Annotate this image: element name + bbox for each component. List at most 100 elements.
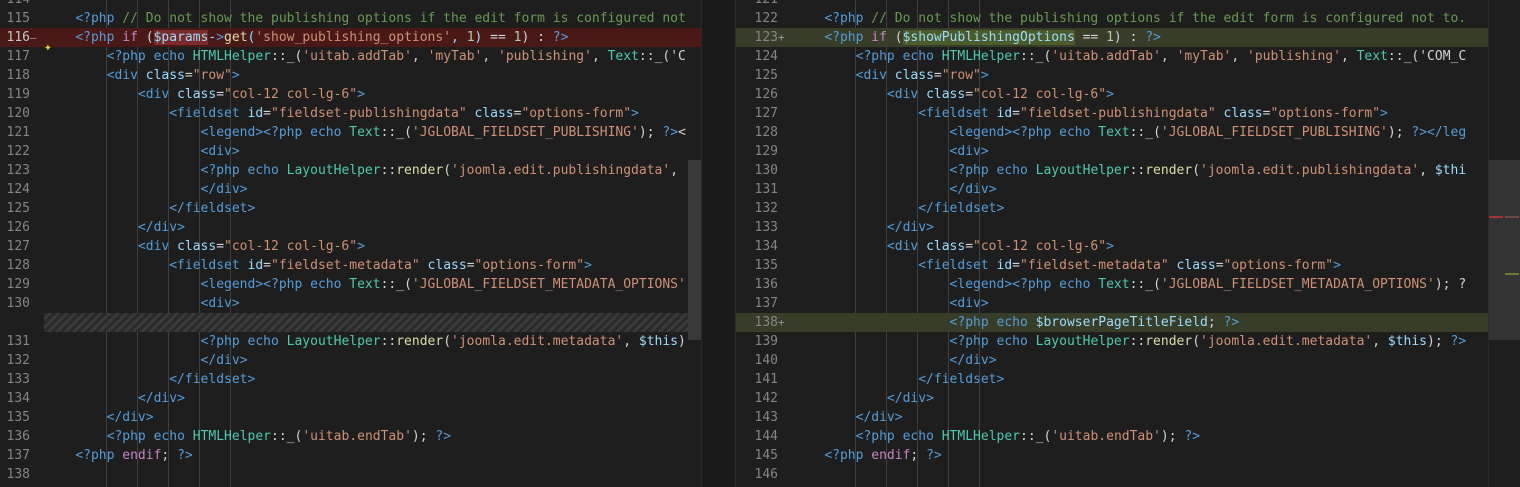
code-line[interactable]: 137 <?php endif; ?> [0, 446, 701, 465]
code-text: </div> [886, 391, 934, 406]
code-line[interactable]: 115 <?php // Do not show the publishing … [0, 9, 701, 28]
code-line[interactable]: 135 </div> [0, 408, 701, 427]
code-line[interactable]: 127 <div class="col-12 col-lg-6"> [0, 237, 701, 256]
code-line[interactable]: 141 </fieldset> [736, 370, 1488, 389]
code-line[interactable]: 138 [0, 465, 701, 484]
code-line[interactable]: 116— <?php if ($params->get('show_publis… [0, 28, 701, 47]
code-line[interactable]: 145 <?php endif; ?> [736, 446, 1488, 465]
line-number: 132 [6, 353, 30, 368]
code-line[interactable]: 128 <fieldset id="fieldset-metadata" cla… [0, 256, 701, 275]
code-line[interactable]: 119 <div class="col-12 col-lg-6"> [0, 85, 701, 104]
line-number: 127 [754, 106, 778, 121]
code-line[interactable]: 131 <?php echo LayoutHelper::render('joo… [0, 332, 701, 351]
code-line[interactable]: 124 </div> [0, 180, 701, 199]
code-text: </fieldset> [918, 372, 1005, 387]
code-line[interactable]: 136 <?php echo HTMLHelper::_('uitab.endT… [0, 427, 701, 446]
code-line[interactable]: 114 [0, 0, 701, 9]
code-line[interactable]: 124 <?php echo HTMLHelper::_('uitab.addT… [736, 47, 1488, 66]
code-line[interactable]: 146 [736, 465, 1488, 484]
code-line[interactable]: 122 <div> [0, 142, 701, 161]
overview-deletion-marker [1489, 216, 1503, 218]
code-line[interactable]: 140 </div> [736, 351, 1488, 370]
code-line[interactable]: 125 <div class="row"> [736, 66, 1488, 85]
line-number: 146 [754, 467, 778, 482]
line-number: 136 [6, 429, 30, 444]
code-text: <?php echo HTMLHelper::_('uitab.addTab',… [106, 49, 686, 64]
left-scrollbar-thumb[interactable] [688, 160, 701, 340]
code-text: <div class="row"> [106, 68, 240, 83]
code-text: <legend><?php echo Text::_('JGLOBAL_FIEL… [200, 125, 686, 140]
code-line[interactable]: 143 </div> [736, 408, 1488, 427]
code-line[interactable]: 127 <fieldset id="fieldset-publishingdat… [736, 104, 1488, 123]
right-scrollbar-thumb[interactable] [1489, 160, 1520, 340]
line-number: 137 [754, 296, 778, 311]
code-line[interactable]: 118 <div class="row"> [0, 66, 701, 85]
line-number: 134 [6, 391, 30, 406]
line-number: 128 [6, 258, 30, 273]
line-number: 130 [754, 163, 778, 178]
code-line[interactable]: 130 <?php echo LayoutHelper::render('joo… [736, 161, 1488, 180]
diff-right-pane[interactable]: 121122 <?php // Do not show the publishi… [736, 0, 1488, 487]
code-line[interactable]: 131 </div> [736, 180, 1488, 199]
addition-marker: + [778, 316, 785, 329]
overview-ruler[interactable] [1488, 0, 1520, 487]
code-line[interactable]: 132 </div> [0, 351, 701, 370]
code-line[interactable]: 130 <div> [0, 294, 701, 313]
code-line[interactable]: 133 </div> [736, 218, 1488, 237]
line-number: 126 [6, 220, 30, 235]
code-line[interactable]: 142 </div> [736, 389, 1488, 408]
line-number: 140 [754, 353, 778, 368]
code-line[interactable]: 123 + <?php if ($showPublishingOptions ==… [736, 28, 1488, 47]
line-number: 127 [6, 239, 30, 254]
code-text: <legend><?php echo Text::_('JGLOBAL_FIEL… [200, 277, 686, 292]
code-line[interactable]: 121 [736, 0, 1488, 9]
code-line[interactable]: 133 </fieldset> [0, 370, 701, 389]
line-number: 142 [754, 391, 778, 406]
code-line[interactable]: 144 <?php echo HTMLHelper::_('uitab.endT… [736, 427, 1488, 446]
overview-addition-marker [1505, 273, 1519, 275]
code-line[interactable]: 139 <?php echo LayoutHelper::render('joo… [736, 332, 1488, 351]
code-line[interactable]: 126 </div> [0, 218, 701, 237]
line-number: 117 [6, 49, 30, 64]
line-number: 123 [754, 30, 778, 45]
line-number: 141 [754, 372, 778, 387]
lightbulb-icon[interactable]: ✦ [44, 40, 52, 55]
code-line[interactable]: 117 <?php echo HTMLHelper::_('uitab.addT… [0, 47, 701, 66]
code-line[interactable]: 122 <?php // Do not show the publishing … [736, 9, 1488, 28]
line-number: 129 [754, 144, 778, 159]
code-line[interactable]: 132 </fieldset> [736, 199, 1488, 218]
code-text: </div> [855, 410, 903, 425]
code-text: </fieldset> [169, 372, 256, 387]
code-text: <?php endif; ?> [824, 448, 942, 463]
code-line[interactable]: 120 <fieldset id="fieldset-publishingdat… [0, 104, 701, 123]
code-line[interactable]: 126 <div class="col-12 col-lg-6"> [736, 85, 1488, 104]
code-text: <fieldset id="fieldset-metadata" class="… [169, 258, 592, 273]
code-line[interactable]: 129 <div> [736, 142, 1488, 161]
diff-filler-row[interactable] [0, 313, 701, 332]
code-line[interactable]: 136 <legend><?php echo Text::_('JGLOBAL_… [736, 275, 1488, 294]
line-number: 116 [6, 30, 30, 45]
code-text: <fieldset id="fieldset-metadata" class="… [918, 258, 1341, 273]
code-line[interactable]: 121 <legend><?php echo Text::_('JGLOBAL_… [0, 123, 701, 142]
code-line[interactable]: 134 <div class="col-12 col-lg-6"> [736, 237, 1488, 256]
code-text: <?php echo $browserPageTitleField; ?> [949, 315, 1240, 330]
code-line[interactable]: 135 <fieldset id="fieldset-metadata" cla… [736, 256, 1488, 275]
code-line[interactable]: 129 <legend><?php echo Text::_('JGLOBAL_… [0, 275, 701, 294]
code-text: </div> [137, 220, 185, 235]
code-text: <div> [949, 144, 989, 159]
diff-left-pane[interactable]: 114115 <?php // Do not show the publishi… [0, 0, 701, 487]
code-line[interactable]: 125 </fieldset> [0, 199, 701, 218]
code-line[interactable]: 134 </div> [0, 389, 701, 408]
code-line[interactable]: 138 + <?php echo $browserPageTitleField; … [736, 313, 1488, 332]
line-number: 121 [6, 125, 30, 140]
code-line[interactable]: 128 <legend><?php echo Text::_('JGLOBAL_… [736, 123, 1488, 142]
code-text: </fieldset> [918, 201, 1005, 216]
line-number: 138 [754, 315, 778, 330]
line-number: 133 [754, 220, 778, 235]
code-text: <?php echo HTMLHelper::_('uitab.endTab')… [855, 429, 1201, 444]
line-number: 114 [0, 0, 30, 9]
code-line[interactable]: 137 <div> [736, 294, 1488, 313]
line-number: 118 [6, 68, 30, 83]
code-line[interactable]: 123 <?php echo LayoutHelper::render('joo… [0, 161, 701, 180]
diff-pane-divider[interactable] [701, 0, 736, 487]
